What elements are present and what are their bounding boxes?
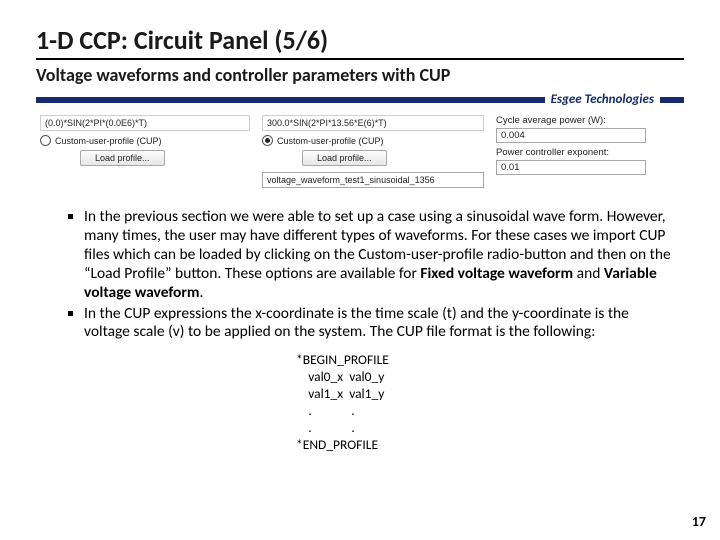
brand-bar-left: [36, 97, 545, 103]
code-line: val1_x val1_y: [296, 386, 684, 403]
radio-label: Custom-user-profile (CUP): [55, 136, 162, 146]
code-line: *END_PROFILE: [296, 437, 684, 454]
code-line: . .: [296, 420, 684, 437]
page-subtitle: Voltage waveforms and controller paramet…: [36, 64, 684, 86]
radio-label: Custom-user-profile (CUP): [277, 136, 384, 146]
cycle-power-input[interactable]: 0.004: [496, 128, 646, 143]
cycle-power-label: Cycle average power (W):: [496, 115, 680, 126]
expression-input-mid[interactable]: 300.0*SIN(2*PI*13.56*E(6)*T): [262, 115, 484, 131]
bullet-1-text-b: and: [573, 264, 604, 283]
brand-name: Esgee Technologies: [551, 92, 654, 107]
code-line: *BEGIN_PROFILE: [296, 352, 684, 369]
cup-radio-mid[interactable]: Custom-user-profile (CUP): [262, 135, 484, 146]
title-underline: [36, 58, 684, 60]
page-title: 1-D CCP: Circuit Panel (5/6): [36, 24, 684, 56]
load-profile-button-mid[interactable]: Load profile...: [302, 150, 387, 166]
screenshot-panel: (0.0)*SIN(2*PI*(0.0E6)*T) Custom-user-pr…: [36, 113, 684, 190]
panel-left: (0.0)*SIN(2*PI*(0.0E6)*T) Custom-user-pr…: [36, 113, 254, 190]
bullet-2: In the CUP expressions the x-coordinate …: [84, 305, 674, 343]
bullet-1-bold-1: Fixed voltage waveform: [420, 264, 573, 283]
load-profile-button-left[interactable]: Load profile...: [80, 150, 165, 166]
power-exponent-input[interactable]: 0.01: [496, 160, 646, 175]
panel-mid: 300.0*SIN(2*PI*13.56*E(6)*T) Custom-user…: [258, 113, 488, 190]
brand-bar: Esgee Technologies: [36, 92, 684, 107]
page-number: 17: [692, 513, 706, 530]
power-exponent-label: Power controller exponent:: [496, 147, 680, 158]
radio-icon: [262, 135, 273, 146]
code-line: . .: [296, 403, 684, 420]
cup-radio-left[interactable]: Custom-user-profile (CUP): [40, 135, 250, 146]
expression-input-left[interactable]: (0.0)*SIN(2*PI*(0.0E6)*T): [40, 115, 250, 131]
bullet-1: In the previous section we were able to …: [84, 208, 674, 303]
brand-bar-right: [660, 97, 684, 103]
bullet-list: In the previous section we were able to …: [66, 208, 674, 342]
loaded-file-input[interactable]: voltage_waveform_test1_sinusoidal_1356: [262, 172, 484, 188]
panel-right: Cycle average power (W): 0.004 Power con…: [492, 113, 684, 190]
radio-icon: [40, 135, 51, 146]
code-line: val0_x val0_y: [296, 369, 684, 386]
code-block: *BEGIN_PROFILE val0_x val0_y val1_x val1…: [296, 352, 684, 453]
bullet-1-text-c: .: [200, 283, 204, 302]
